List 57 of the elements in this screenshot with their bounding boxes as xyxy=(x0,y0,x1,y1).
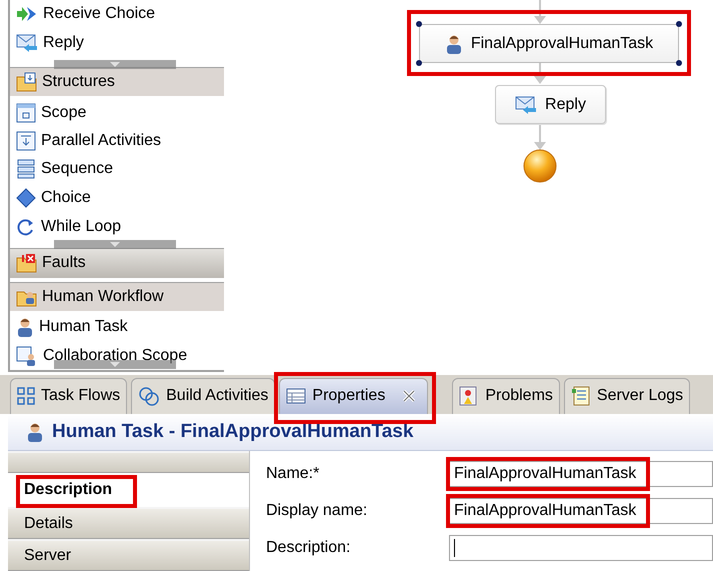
envelope-icon xyxy=(16,34,38,52)
selection-handle[interactable] xyxy=(416,21,422,27)
palette-item[interactable]: Choice xyxy=(10,184,224,212)
circles-icon xyxy=(138,386,160,406)
selection-handle[interactable] xyxy=(416,60,422,66)
grid-icon xyxy=(17,387,35,406)
scope-icon xyxy=(16,102,36,123)
property-tab[interactable]: Server xyxy=(8,541,249,571)
selection-handle[interactable] xyxy=(676,21,682,27)
diamond-icon xyxy=(16,188,36,208)
palette-item[interactable]: Scope xyxy=(10,98,224,127)
table-icon xyxy=(286,388,306,404)
problems-icon xyxy=(459,386,480,406)
text-field[interactable] xyxy=(449,535,713,561)
person-icon xyxy=(16,317,34,338)
property-tab[interactable]: Details xyxy=(8,509,249,539)
end-event-icon[interactable] xyxy=(524,150,556,182)
field-label: Name:* xyxy=(265,464,320,484)
view-tab[interactable]: Problems xyxy=(452,378,560,414)
caret-icon xyxy=(110,362,120,367)
view-tab[interactable]: Build Activities xyxy=(131,378,276,414)
selection-handle[interactable] xyxy=(676,60,682,66)
palette-item[interactable]: Parallel Activities xyxy=(10,126,224,156)
field-label: Display name: xyxy=(265,501,368,521)
editor-title: Human Task - FinalApprovalHumanTask xyxy=(52,420,414,444)
person-icon xyxy=(444,34,463,54)
envelope-icon xyxy=(515,96,538,114)
view-tab[interactable]: Properties xyxy=(279,378,428,414)
activity-node[interactable]: FinalApprovalHumanTask xyxy=(419,24,679,63)
palette-drawer[interactable]: Human Workflow xyxy=(10,282,224,312)
palette-item[interactable]: While Loop xyxy=(10,216,224,238)
folder-icon xyxy=(16,72,38,92)
fault-folder-icon xyxy=(16,253,38,274)
scroll-arrow-button[interactable] xyxy=(54,240,176,249)
palette-item[interactable]: Collaboration Scope xyxy=(10,342,224,370)
palette-item[interactable]: Receive Choice xyxy=(10,0,224,28)
property-tab[interactable]: Description xyxy=(8,473,249,507)
activity-node[interactable]: Reply xyxy=(495,85,606,124)
close-icon[interactable] xyxy=(403,390,416,402)
palette-item[interactable]: Reply xyxy=(10,28,224,57)
collaboration-icon xyxy=(16,346,38,366)
connector-arrow xyxy=(534,0,546,24)
log-icon xyxy=(570,386,591,406)
parallel-icon xyxy=(16,131,36,152)
view-tab[interactable]: Task Flows xyxy=(10,378,128,414)
sequence-icon xyxy=(16,159,36,180)
palette-drawer[interactable]: Faults xyxy=(10,248,224,278)
arrows-icon xyxy=(16,6,38,22)
field-label: Description: xyxy=(265,538,352,558)
scroll-arrow-button[interactable] xyxy=(54,60,176,69)
connector-arrow xyxy=(534,124,546,150)
person-icon xyxy=(26,422,44,442)
palette-item[interactable]: Sequence xyxy=(10,155,224,184)
view-tab[interactable]: Server Logs xyxy=(564,378,690,414)
connector-arrow xyxy=(534,63,546,84)
palette-item[interactable]: Human Task xyxy=(10,313,224,342)
palette-drawer[interactable]: Structures xyxy=(10,66,224,96)
